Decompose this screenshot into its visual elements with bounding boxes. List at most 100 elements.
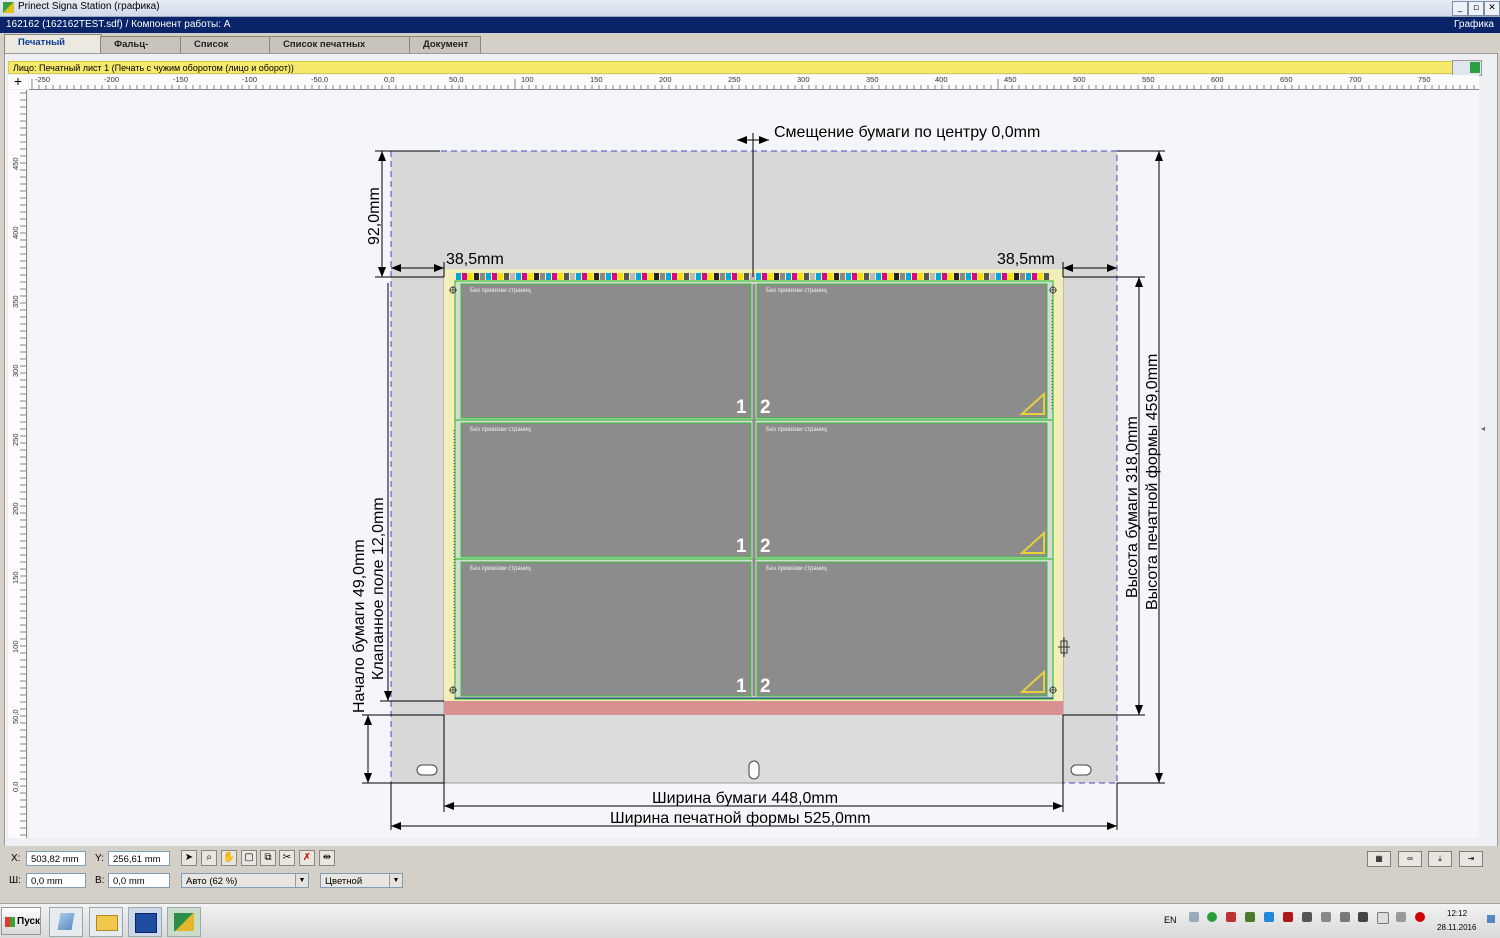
tray-refresh-icon[interactable] [1207,912,1217,922]
page-number: 2 [760,676,771,697]
tab-print-sheet[interactable]: Печатный лист [4,34,102,64]
cell-label: Без привязки страниц [470,427,531,433]
taskbar-app-prinect-icon[interactable] [167,907,201,937]
tray-network-icon[interactable] [1189,912,1199,922]
h-ruler-label: -50,0 [311,75,329,84]
copy-frame-icon[interactable]: ⧉ [260,850,276,866]
tab-document[interactable]: Документ [409,36,481,53]
notification-icon[interactable] [1487,915,1495,923]
cell-label: Без привязки страниц [766,427,827,433]
page-cell[interactable] [756,422,1048,558]
ruler-corner-icon[interactable]: + [8,74,28,89]
start-button[interactable]: Пуск [1,907,41,935]
width-field[interactable]: 0,0 mm [26,873,86,888]
zoom-icon[interactable]: ⌕ [201,850,217,866]
sheet-canvas[interactable]: Без привязки страниц Без привязки страни… [29,90,1479,838]
chevron-down-icon: ▼ [389,874,402,887]
page-cell[interactable] [756,283,1048,419]
clock-time[interactable]: 12:12 [1447,909,1467,918]
document-info: 162162 (162162TEST.sdf) / Компонент рабо… [6,19,231,30]
dim-form-width: Ширина печатной формы 525,0mm [610,810,871,827]
tray-flag-icon[interactable] [1377,912,1389,924]
x-label: X: [11,853,21,864]
h-ruler-label: 150 [590,75,603,84]
punch-hole-icon [416,764,438,776]
frame-icon[interactable]: ▢ [241,850,257,866]
select-arrow-icon[interactable]: ➤ [181,850,197,866]
h-ruler-label: -150 [173,75,189,84]
splitter-handle[interactable]: ◂ [1481,424,1485,433]
panel-toggle-button[interactable] [1452,60,1482,76]
taskbar-app-signa-icon[interactable] [128,907,162,937]
tray-monitor-icon[interactable] [1396,912,1406,922]
cut-icon[interactable]: ✂ [279,850,295,866]
tray-skype-icon[interactable] [1264,912,1274,922]
restore-button[interactable]: ▫ [1468,1,1484,16]
page-cell[interactable] [460,283,752,419]
language-indicator[interactable]: EN [1164,915,1177,925]
tab-page-list[interactable]: Список полос [180,36,270,66]
v-ruler-label: 300 [11,364,20,377]
tray-nvidia-icon[interactable] [1245,912,1255,922]
app-icon [3,2,14,13]
color-mode-select[interactable]: Цветной ▼ [320,873,403,888]
cell-label: Без привязки страниц [470,566,531,572]
width-label: Ш: [9,875,21,886]
clock-date[interactable]: 28.11.2016 [1437,923,1476,932]
taskbar-app-notepad-icon[interactable] [49,907,83,937]
v-ruler-label: 450 [11,157,20,170]
tray-tool-icon[interactable] [1226,912,1236,922]
vertical-ruler: 450 400 350 300 250 200 150 100 50,0 0,0 [8,90,27,838]
delete-icon[interactable]: ✗ [299,850,315,866]
x-coordinate-field[interactable]: 503,82 mm [26,851,86,866]
close-button[interactable]: ✕ [1484,1,1500,16]
color-mode-value: Цветной [325,876,363,887]
tray-shield-icon[interactable] [1321,912,1331,922]
y-label: Y: [95,853,104,864]
view-expand-icon[interactable]: ⇥ [1459,851,1483,867]
y-coordinate-field[interactable]: 256,61 mm [108,851,170,866]
view-fit-icon[interactable]: ⤓ [1428,851,1452,867]
taskbar-app-explorer-icon[interactable] [89,907,123,937]
punch-hole-icon [748,760,760,780]
page-cell[interactable] [460,422,752,558]
tab-sheet-list[interactable]: Список печатных листов [269,36,411,66]
hand-icon[interactable]: ✋ [221,850,237,866]
h-ruler-label: 600 [1211,75,1224,84]
v-ruler-label: 250 [11,433,20,446]
dim-paper-width: Ширина бумаги 448,0mm [652,790,838,807]
height-field[interactable]: 0,0 mm [108,873,170,888]
view-link-icon[interactable]: ∞ [1398,851,1422,867]
h-ruler-label: 350 [866,75,879,84]
windows-logo-icon [5,917,15,927]
document-bar: 162162 (162162TEST.sdf) / Компонент рабо… [0,17,1500,33]
status-controls: X: 503,82 mm Y: 256,61 mm Ш: 0,0 mm В: 0… [0,846,1500,902]
tray-bluetooth-icon[interactable] [1358,912,1368,922]
measure-icon[interactable]: ⇹ [319,850,335,866]
h-ruler-label: 650 [1280,75,1293,84]
tray-printer-icon[interactable] [1302,912,1312,922]
taskbar: Пуск EN 12:12 28.11.2016 [0,903,1500,938]
page-grid [455,283,1053,699]
page-cell[interactable] [460,561,752,697]
v-ruler-ticks: 450 400 350 300 250 200 150 100 50,0 0,0 [11,92,26,836]
v-ruler-label: 350 [11,295,20,308]
tab-bar: Печатный лист Фальц-лист Список полос Сп… [0,33,1500,66]
h-ruler-label: -200 [104,75,120,84]
h-ruler-label: 550 [1142,75,1155,84]
view-grid-icon[interactable]: ▦ [1367,851,1391,867]
title-bar: Prinect Signa Station (графика) _ ▫ ✕ [0,0,1500,17]
h-ruler-label: -250 [35,75,51,84]
v-ruler-label: 0,0 [11,782,20,792]
h-ruler-label: -100 [242,75,258,84]
tab-fold-sheet[interactable]: Фальц-лист [100,36,182,66]
tray-volume-icon[interactable] [1415,912,1425,922]
dim-right-margin: 38,5mm [997,251,1055,268]
zoom-select[interactable]: Авто (62 %) ▼ [181,873,309,888]
h-ruler-label: 50,0 [449,75,464,84]
tray-usb-icon[interactable] [1340,912,1350,922]
minimize-button[interactable]: _ [1452,1,1468,16]
page-number: 2 [760,536,771,557]
page-cell[interactable] [756,561,1048,697]
tray-pdf-icon[interactable] [1283,912,1293,922]
